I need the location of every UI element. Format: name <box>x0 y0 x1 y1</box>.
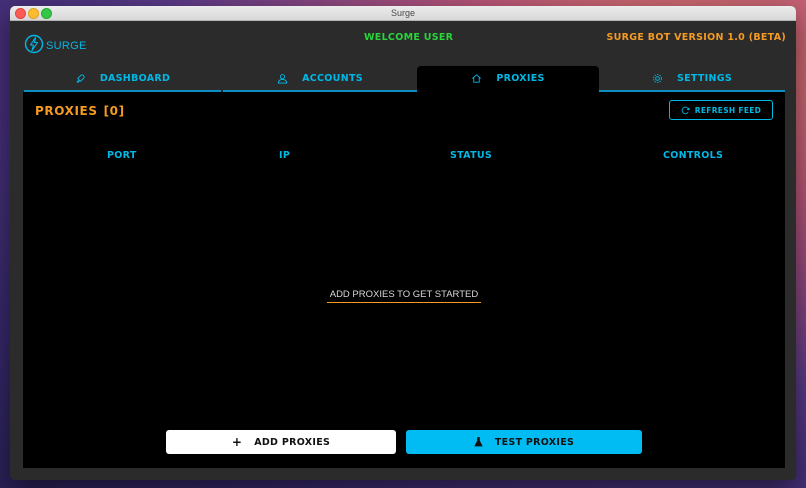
version-text: SURGE BOT VERSION 1.0 (BETA) <box>606 32 786 43</box>
empty-state-message: ADD PROXIES TO GET STARTED <box>327 289 481 303</box>
user-icon <box>277 73 288 84</box>
tab-dashboard[interactable]: DASHBOARD <box>24 66 221 92</box>
tab-settings[interactable]: SETTINGS <box>599 66 785 92</box>
tab-bar: DASHBOARD ACCOUNTS PROXIES SETTINGS <box>10 66 796 92</box>
tab-proxies[interactable]: PROXIES <box>417 66 599 92</box>
proxies-panel: PROXIES [0] REFRESH FEED PORT IP STATUS C… <box>23 92 785 468</box>
column-header-status: STATUS <box>450 150 493 161</box>
tab-proxies-label: PROXIES <box>496 72 545 84</box>
refresh-feed-label: REFRESH FEED <box>694 105 762 115</box>
app-window: Surge SURGE WELCOME USER SURGE BOT VERSI… <box>10 6 796 480</box>
gear-icon <box>652 73 663 84</box>
add-proxies-label: ADD PROXIES <box>254 436 331 448</box>
tab-accounts-label: ACCOUNTS <box>302 72 363 84</box>
proxies-count: [0] <box>103 104 125 118</box>
column-header-ip: IP <box>279 150 291 161</box>
proxies-heading: PROXIES [0] <box>35 104 125 118</box>
welcome-text: WELCOME USER <box>364 32 454 43</box>
title-bar: Surge <box>10 6 796 21</box>
tab-accounts[interactable]: ACCOUNTS <box>223 66 417 92</box>
lightning-icon <box>24 34 44 58</box>
app-header: SURGE WELCOME USER SURGE BOT VERSION 1.0… <box>10 21 796 67</box>
test-proxies-button[interactable]: TEST PROXIES <box>406 430 642 454</box>
tab-dashboard-label: DASHBOARD <box>99 72 171 84</box>
refresh-feed-button[interactable]: REFRESH FEED <box>669 100 773 120</box>
flask-icon <box>474 437 483 447</box>
window-title: Surge <box>390 8 416 18</box>
logo: SURGE <box>24 34 87 58</box>
rocket-icon <box>75 73 86 84</box>
logo-text: SURGE <box>46 40 87 52</box>
plus-icon: + <box>231 435 243 449</box>
column-header-controls: CONTROLS <box>663 150 724 161</box>
proxies-title: PROXIES <box>35 104 98 118</box>
column-header-port: PORT <box>107 150 137 161</box>
add-proxies-button[interactable]: + ADD PROXIES <box>166 430 396 454</box>
refresh-icon <box>681 106 690 115</box>
test-proxies-label: TEST PROXIES <box>494 436 575 448</box>
home-icon <box>471 73 482 84</box>
tab-settings-label: SETTINGS <box>676 72 733 84</box>
